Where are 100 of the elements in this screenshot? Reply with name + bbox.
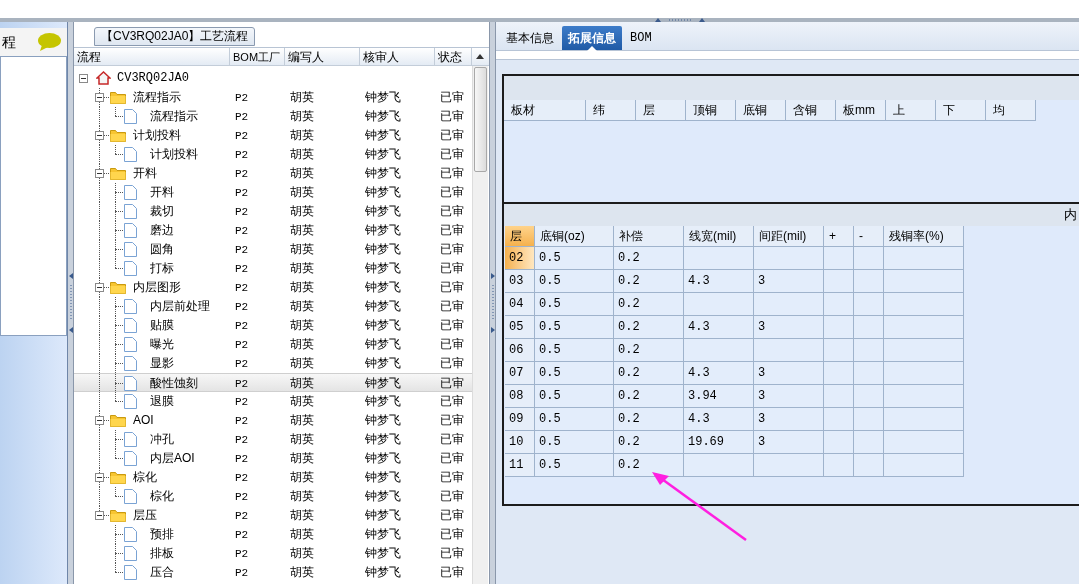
column-header[interactable]: 层 — [636, 100, 686, 121]
tab[interactable]: 基本信息 — [500, 26, 560, 50]
tree-label[interactable]: 预排 — [150, 526, 174, 543]
column-header[interactable]: 间距(mil) — [754, 226, 824, 247]
column-header[interactable]: 板mm — [836, 100, 886, 121]
tree-label[interactable]: 曝光 — [150, 336, 174, 353]
tree-label[interactable]: 计划投料 — [150, 146, 198, 163]
tree-row[interactable]: AOI P2 胡英 钟梦飞 已审 — [74, 411, 472, 430]
scrollbar[interactable] — [472, 66, 488, 584]
tree-row[interactable]: 开料 P2 胡英 钟梦飞 已审 — [74, 164, 472, 183]
column-header[interactable]: 层 — [505, 226, 535, 247]
tree-label[interactable]: 内层AOI — [150, 450, 195, 467]
tree-row[interactable]: 排板 P2 胡英 钟梦飞 已审 — [74, 544, 472, 563]
row-header[interactable]: 10 — [505, 431, 535, 454]
column-header[interactable]: 补偿 — [614, 226, 684, 247]
tree-label[interactable]: 显影 — [150, 355, 174, 372]
tree-row[interactable]: 退膜 P2 胡英 钟梦飞 已审 — [74, 392, 472, 411]
row-header[interactable]: 11 — [505, 454, 535, 477]
tree-label[interactable]: 酸性蚀刻 — [150, 375, 198, 392]
tree-row[interactable]: 曝光 P2 胡英 钟梦飞 已审 — [74, 335, 472, 354]
tree-label[interactable]: 流程指示 — [133, 89, 181, 106]
tree-label[interactable]: 圆角 — [150, 241, 174, 258]
tree-row[interactable]: 冲孔 P2 胡英 钟梦飞 已审 — [74, 430, 472, 449]
tree-label[interactable]: 流程指示 — [150, 108, 198, 125]
minus-box-icon[interactable] — [79, 74, 88, 83]
tree-row[interactable]: 内层前处理 P2 胡英 钟梦飞 已审 — [74, 297, 472, 316]
column-header[interactable]: 残铜率(%) — [884, 226, 964, 247]
column-header[interactable]: 底铜(oz) — [535, 226, 614, 247]
column-header[interactable]: 下 — [936, 100, 986, 121]
tree-label[interactable]: AOI — [133, 412, 154, 429]
tree-row[interactable]: 棕化 P2 胡英 钟梦飞 已审 — [74, 468, 472, 487]
row-header[interactable]: 02 — [505, 247, 535, 270]
tree-row[interactable]: 流程指示 P2 胡英 钟梦飞 已审 — [74, 107, 472, 126]
splitter-grip-icon[interactable] — [490, 273, 495, 333]
tree-row[interactable]: 计划投料 P2 胡英 钟梦飞 已审 — [74, 145, 472, 164]
tree-row[interactable]: 层压 P2 胡英 钟梦飞 已审 — [74, 506, 472, 525]
tree-label[interactable]: 棕化 — [150, 488, 174, 505]
tree-label[interactable]: CV3RQ02JA0 — [117, 70, 189, 87]
column-header[interactable]: 状态 — [435, 48, 472, 65]
row-header[interactable]: 06 — [505, 339, 535, 362]
tab[interactable]: 拓展信息 — [562, 26, 622, 50]
column-header[interactable]: 底铜 — [736, 100, 786, 121]
column-header[interactable]: 含铜 — [786, 100, 836, 121]
minus-box-icon[interactable] — [95, 131, 104, 140]
minus-box-icon[interactable] — [95, 416, 104, 425]
tree-row[interactable]: 棕化 P2 胡英 钟梦飞 已审 — [74, 487, 472, 506]
tree-row[interactable]: 计划投料 P2 胡英 钟梦飞 已审 — [74, 126, 472, 145]
tree-row[interactable]: 开料 P2 胡英 钟梦飞 已审 — [74, 183, 472, 202]
tree-label[interactable]: 内层前处理 — [150, 298, 210, 315]
minus-box-icon[interactable] — [95, 283, 104, 292]
tree-label[interactable]: 贴膜 — [150, 317, 174, 334]
tree-row[interactable]: 裁切 P2 胡英 钟梦飞 已审 — [74, 202, 472, 221]
row-header[interactable]: 05 — [505, 316, 535, 339]
tree-label[interactable]: 层压 — [133, 507, 157, 524]
tree-row[interactable]: 打标 P2 胡英 钟梦飞 已审 — [74, 259, 472, 278]
column-header[interactable]: 流程 — [74, 48, 230, 65]
column-header[interactable]: 核审人 — [360, 48, 435, 65]
column-header[interactable]: - — [854, 226, 884, 247]
tree-row[interactable]: 酸性蚀刻 P2 胡英 钟梦飞 已审 — [74, 373, 472, 392]
tree-label[interactable]: 计划投料 — [133, 127, 181, 144]
minus-box-icon[interactable] — [95, 93, 104, 102]
minus-box-icon[interactable] — [95, 169, 104, 178]
tree-label[interactable]: 退膜 — [150, 393, 174, 410]
tree-row[interactable]: CV3RQ02JA0 — [74, 69, 472, 88]
row-header[interactable]: 07 — [505, 362, 535, 385]
tree-row[interactable]: 贴膜 P2 胡英 钟梦飞 已审 — [74, 316, 472, 335]
tree-row[interactable]: 压合 P2 胡英 钟梦飞 已审 — [74, 563, 472, 582]
column-header[interactable]: 纬 — [586, 100, 636, 121]
tree-row[interactable]: 磨边 P2 胡英 钟梦飞 已审 — [74, 221, 472, 240]
column-header[interactable]: 线宽(mil) — [684, 226, 754, 247]
tree-label[interactable]: 内层图形 — [133, 279, 181, 296]
column-header[interactable]: 均 — [986, 100, 1036, 121]
row-header[interactable]: 08 — [505, 385, 535, 408]
tree-label[interactable]: 开料 — [150, 184, 174, 201]
row-header[interactable]: 09 — [505, 408, 535, 431]
tree-label[interactable]: 裁切 — [150, 203, 174, 220]
column-header[interactable]: BOM工厂 — [230, 48, 285, 65]
tree-label[interactable]: 棕化 — [133, 469, 157, 486]
tree-row[interactable]: 内层图形 P2 胡英 钟梦飞 已审 — [74, 278, 472, 297]
tree-label[interactable]: 打标 — [150, 260, 174, 277]
tree-row[interactable]: 内层AOI P2 胡英 钟梦飞 已审 — [74, 449, 472, 468]
tree-label[interactable]: 排板 — [150, 545, 174, 562]
tab[interactable]: BOM — [624, 26, 658, 50]
splitter-grip-icon[interactable] — [654, 18, 705, 22]
tree-label[interactable]: 磨边 — [150, 222, 174, 239]
column-header[interactable]: 板材 — [504, 100, 586, 121]
tree-label[interactable]: 冲孔 — [150, 431, 174, 448]
column-header[interactable]: 上 — [886, 100, 936, 121]
tree-row[interactable]: 圆角 P2 胡英 钟梦飞 已审 — [74, 240, 472, 259]
tree-label[interactable]: 开料 — [133, 165, 157, 182]
column-header[interactable]: + — [824, 226, 854, 247]
splitter-grip-icon[interactable] — [68, 273, 73, 333]
minus-box-icon[interactable] — [95, 511, 104, 520]
tree-row[interactable]: 流程指示 P2 胡英 钟梦飞 已审 — [74, 88, 472, 107]
minus-box-icon[interactable] — [95, 473, 104, 482]
column-header[interactable]: 顶铜 — [686, 100, 736, 121]
tree-label[interactable]: 压合 — [150, 564, 174, 581]
row-header[interactable]: 04 — [505, 293, 535, 316]
column-header[interactable]: 编写人 — [285, 48, 360, 65]
row-header[interactable]: 03 — [505, 270, 535, 293]
